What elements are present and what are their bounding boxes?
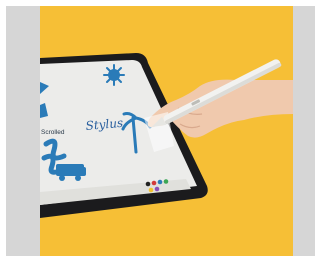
color-swatch-green — [163, 179, 169, 184]
image-frame: Stylus Scrolled — [0, 0, 321, 262]
color-swatch-purple — [154, 186, 160, 192]
product-photo: Stylus Scrolled — [40, 6, 293, 256]
left-border-strip — [6, 6, 40, 256]
sun-drawing — [103, 64, 125, 86]
color-swatch-red — [151, 180, 157, 186]
photo-illustration: Stylus Scrolled — [40, 6, 293, 256]
right-border-strip — [293, 6, 315, 256]
color-swatch-yellow — [148, 187, 154, 193]
color-swatch-black — [145, 181, 151, 187]
handwritten-small-word: Scrolled — [41, 129, 65, 136]
color-swatch-blue — [157, 179, 163, 185]
